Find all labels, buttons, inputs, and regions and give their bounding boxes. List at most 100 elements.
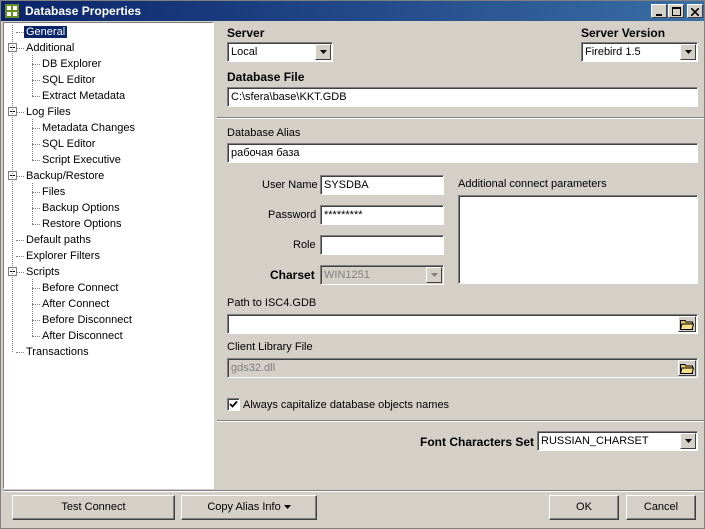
copy-alias-info-label: Copy Alias Info [207,501,281,513]
tree-item-files[interactable]: Files [40,185,67,199]
role-label: Role [293,239,316,251]
tree-item-before-disconnect[interactable]: Before Disconnect [40,313,134,327]
tree-connector [16,48,24,49]
charset-combo[interactable]: WIN1251 [320,265,444,285]
tree-item-after-connect[interactable]: After Connect [40,297,111,311]
tree-item-label: SQL Editor [42,138,96,150]
tree-item-label: Scripts [26,266,60,278]
separator [217,420,704,422]
font-charset-value: RUSSIAN_CHARSET [541,435,649,447]
font-charset-dropdown[interactable] [680,433,696,449]
server-combo-value: Local [231,46,258,58]
settings-tree[interactable]: General Additional DB Explorer SQL Editor Ex… [3,22,214,489]
charset-dropdown[interactable] [426,267,442,283]
cancel-button[interactable]: Cancel [626,495,696,520]
tree-item-label: Transactions [26,346,89,358]
minimize-button[interactable] [651,4,667,18]
tree-connector [16,112,24,113]
additional-params-memo[interactable] [458,195,698,284]
tree-item-label: Files [42,186,66,198]
client-library-input[interactable]: gds32.dll [227,358,698,378]
chevron-down-icon [319,50,327,54]
tree-connector [32,192,40,193]
client-library-browse-button[interactable] [678,360,696,376]
tree-item-metadata-changes[interactable]: Metadata Changes [40,121,137,135]
server-combo-dropdown[interactable] [315,44,331,60]
tree-item-script-executive[interactable]: Script Executive [40,153,123,167]
database-app-icon [4,3,20,19]
tree-connector [12,25,13,352]
tree-item-label: DB Explorer [42,58,102,70]
tree-connector [32,336,40,337]
capitalize-checkbox[interactable] [227,398,240,411]
copy-alias-info-button[interactable]: Copy Alias Info [181,495,317,520]
tree-item-before-connect[interactable]: Before Connect [40,281,120,295]
tree-connector [32,208,40,209]
server-version-label: Server Version [581,26,666,40]
title-bar[interactable]: Database Properties [1,1,704,21]
additional-params-label: Additional connect parameters [458,178,607,190]
tree-item-explorer-filters[interactable]: Explorer Filters [24,249,102,263]
tree-item-label: Backup Options [42,202,120,214]
password-input[interactable]: ********* [320,205,444,225]
tree-item-backup-options[interactable]: Backup Options [40,201,122,215]
tree-item-restore-options[interactable]: Restore Options [40,217,123,231]
font-charset-label: Font Characters Set [420,435,535,449]
font-charset-combo[interactable]: RUSSIAN_CHARSET [537,431,698,451]
tree-item-additional[interactable]: Additional [24,41,76,55]
tree-item-label: Before Connect [42,282,119,294]
database-file-input[interactable]: C:\sfera\base\KKT.GDB [227,87,698,107]
database-alias-label: Database Alias [227,127,301,139]
tree-item-backup-restore[interactable]: Backup/Restore [24,169,106,183]
folder-open-icon [680,320,694,330]
path-isc4-label: Path to ISC4.GDB [227,297,317,309]
tree-item-label: Backup/Restore [26,170,105,182]
tree-connector [16,256,24,257]
ok-button[interactable]: OK [549,495,619,520]
user-name-input[interactable]: SYSDBA [320,175,444,195]
tree-item-label: Log Files [26,106,71,118]
tree-item-label: After Connect [42,298,110,310]
close-button[interactable] [687,4,703,18]
database-alias-input[interactable]: рабочая база [227,143,698,163]
path-isc4-input[interactable] [227,314,698,334]
maximize-button[interactable] [668,4,684,18]
tree-item-transactions[interactable]: Transactions [24,345,91,359]
tree-item-label: Script Executive [42,154,121,166]
tree-connector [32,80,40,81]
test-connect-button[interactable]: Test Connect [12,495,175,520]
tree-connector [32,288,40,289]
client-library-value: gds32.dll [231,362,276,374]
tree-item-sql-editor[interactable]: SQL Editor [40,73,97,87]
tree-connector [32,119,33,160]
tree-connector [32,64,40,65]
server-version-combo[interactable]: Firebird 1.5 [581,42,698,62]
tree-connector [32,96,40,97]
bottom-separator [3,490,704,492]
role-input[interactable] [320,235,444,255]
tree-item-scripts[interactable]: Scripts [24,265,62,279]
tree-item-label: SQL Editor [42,74,96,86]
tree-item-label: Default paths [26,234,91,246]
tree-item-label: Restore Options [42,218,122,230]
path-isc4-browse-button[interactable] [678,316,696,332]
chevron-down-icon [430,273,438,277]
chevron-down-icon [684,50,692,54]
chevron-down-icon [684,439,692,443]
capitalize-label[interactable]: Always capitalize database objects names [243,399,449,411]
tree-item-label: Before Disconnect [42,314,132,326]
charset-value: WIN1251 [324,269,370,281]
checkmark-icon [229,400,238,408]
tree-item-db-explorer[interactable]: DB Explorer [40,57,103,71]
tree-item-extract-metadata[interactable]: Extract Metadata [40,89,127,103]
tree-item-after-disconnect[interactable]: After Disconnect [40,329,125,343]
tree-item-sql-editor[interactable]: SQL Editor [40,137,97,151]
server-version-dropdown[interactable] [680,44,696,60]
tree-item-label: After Disconnect [42,330,123,342]
tree-connector [32,224,40,225]
tree-item-general[interactable]: General [22,25,69,39]
tree-item-log-files[interactable]: Log Files [24,105,73,119]
tree-item-default-paths[interactable]: Default paths [24,233,93,247]
server-combo[interactable]: Local [227,42,333,62]
tree-item-label: Explorer Filters [26,250,100,262]
